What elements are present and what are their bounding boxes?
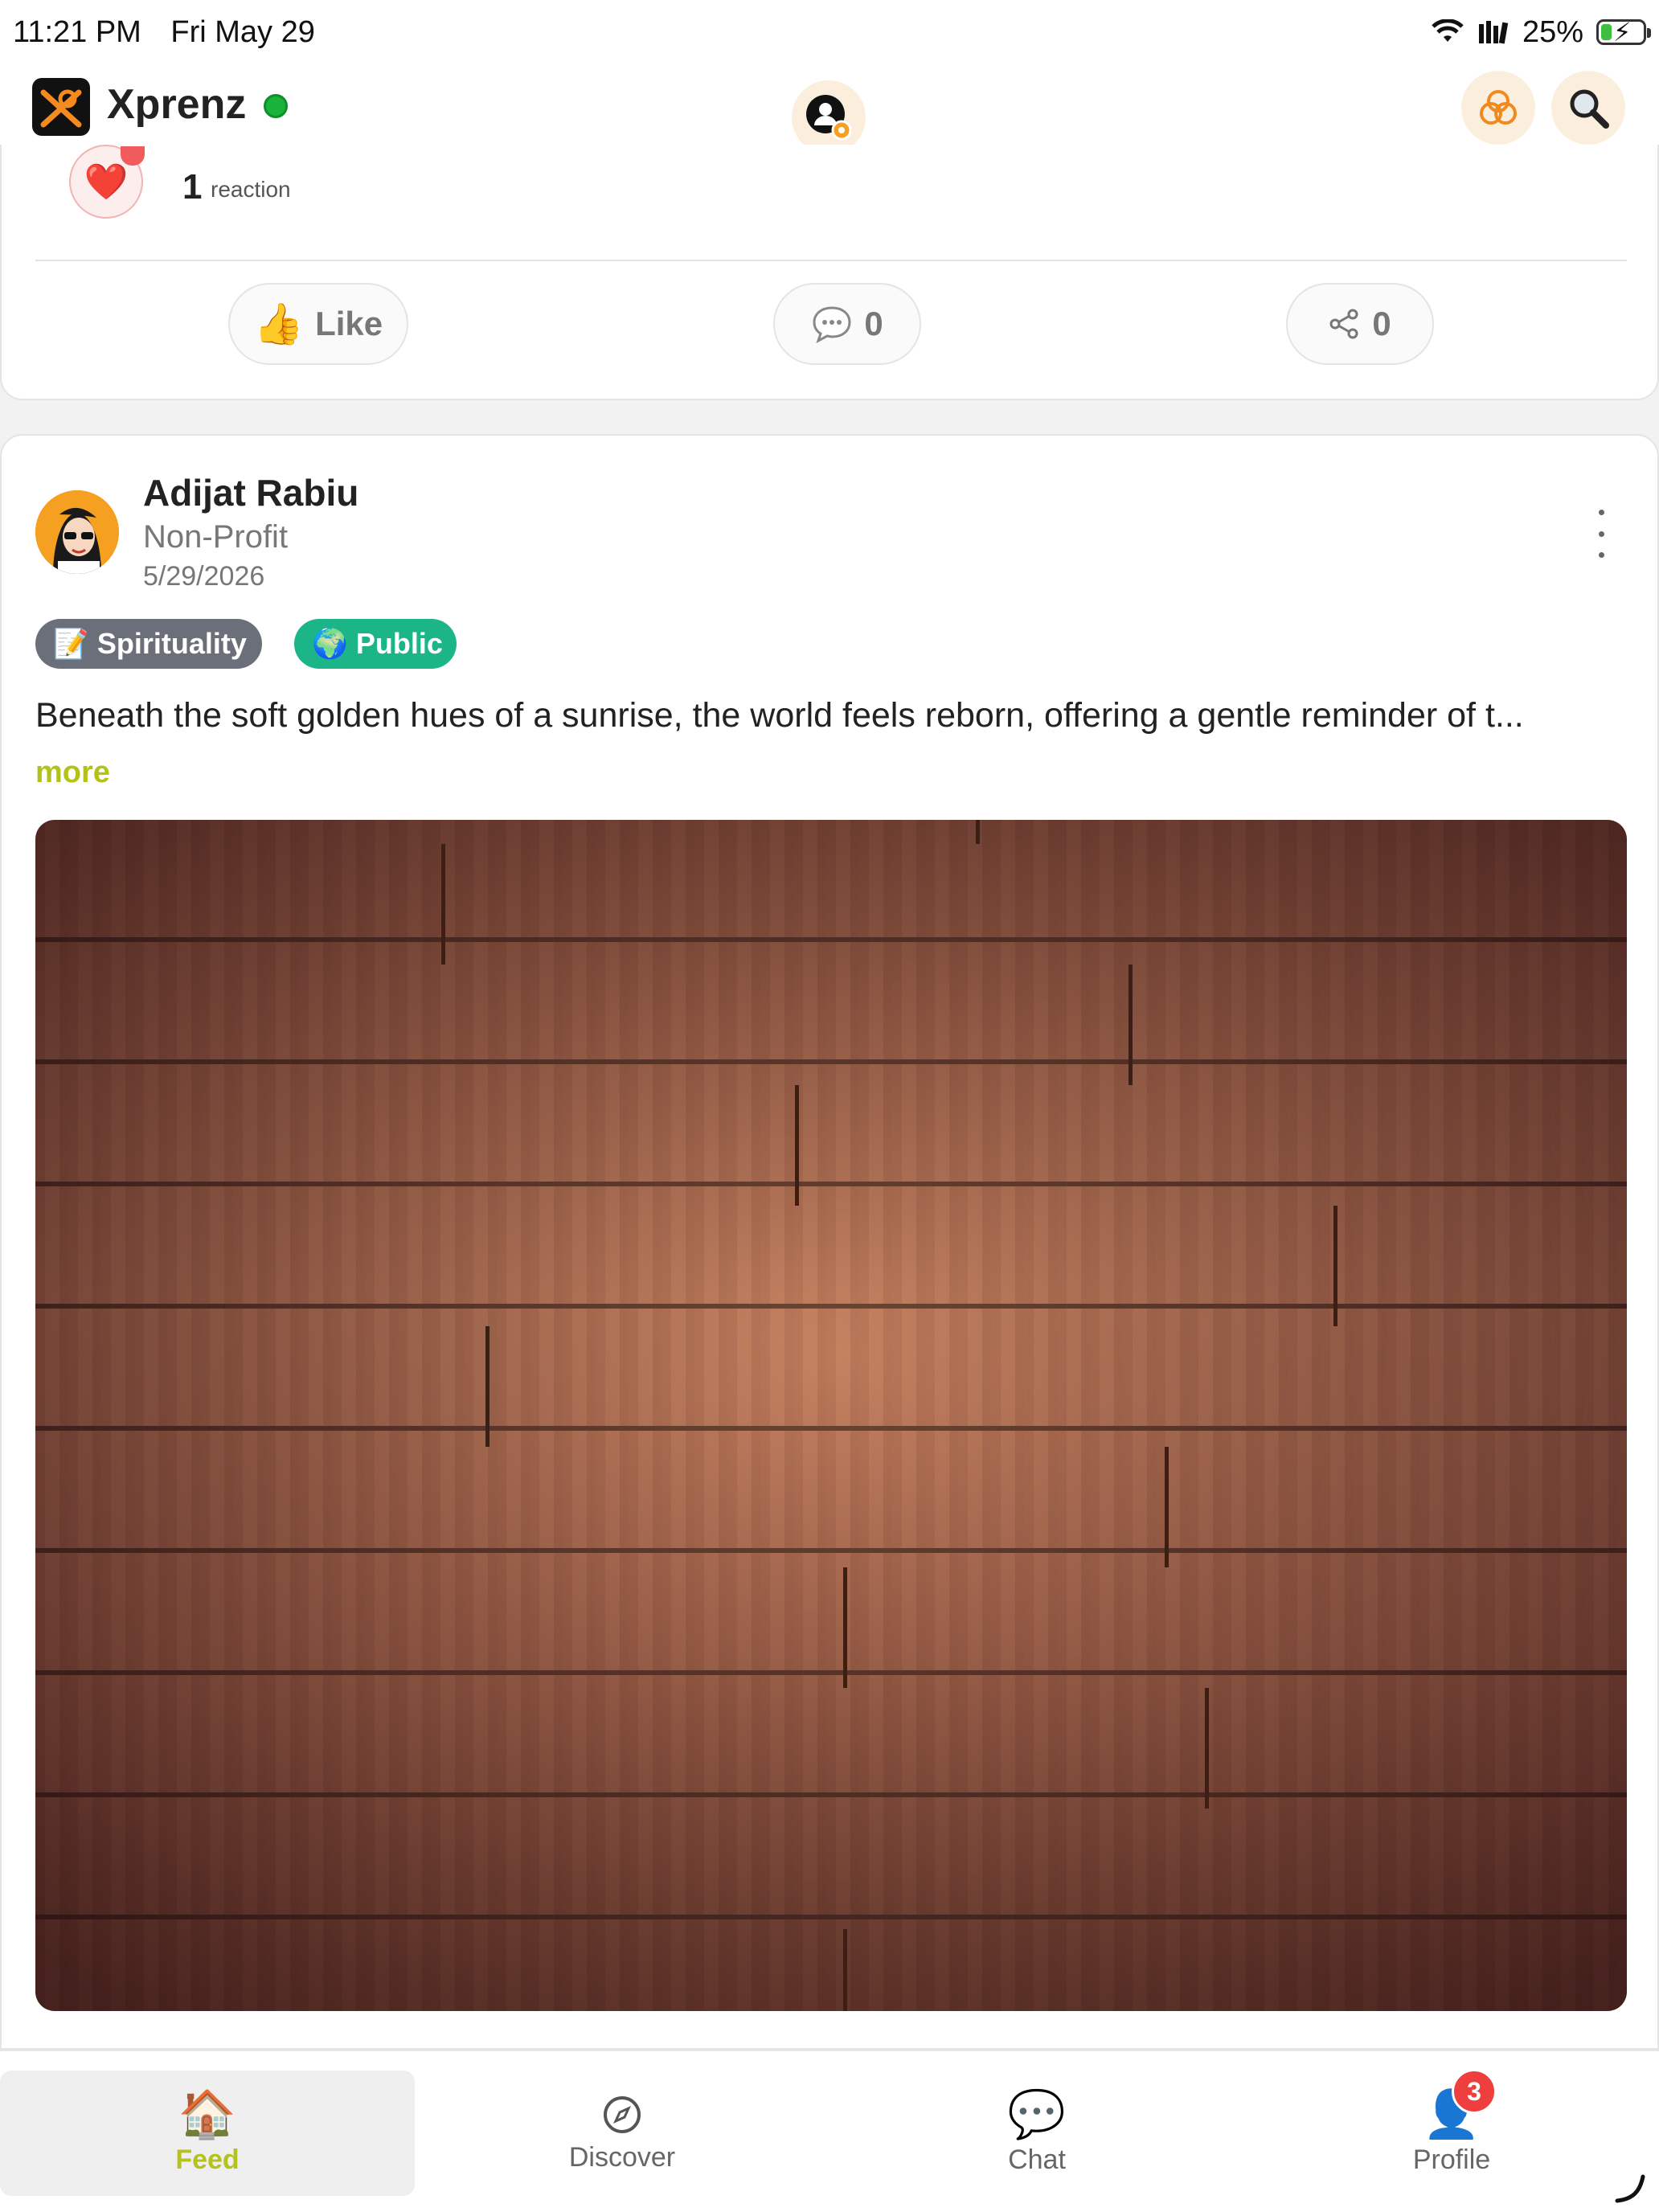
- profile-notification-badge: 3: [1452, 2069, 1497, 2114]
- battery-percent: 25%: [1522, 14, 1583, 49]
- bottom-tab-bar: 🏠 Feed Discover 💬 Chat 👤 Profile 3: [0, 2050, 1659, 2212]
- reaction-badge: [121, 146, 145, 166]
- tab-chat-label: Chat: [1008, 2144, 1066, 2175]
- comment-bubble-icon: [813, 306, 851, 343]
- share-button[interactable]: 0: [1286, 283, 1434, 365]
- wifi-icon: [1432, 19, 1464, 42]
- search-button[interactable]: [1551, 71, 1625, 145]
- like-button[interactable]: 👍 Like: [228, 283, 408, 365]
- status-right: 25% ⚡: [1431, 14, 1651, 50]
- post-image-wood-floor[interactable]: [35, 820, 1627, 2011]
- tab-profile-label: Profile: [1412, 2144, 1491, 2175]
- profile-settings-button[interactable]: [792, 80, 866, 154]
- resize-handle-icon: [1615, 2174, 1645, 2203]
- app-title: Xprenz: [107, 81, 247, 128]
- search-icon: [1570, 89, 1609, 129]
- reaction-label: reaction: [211, 177, 291, 202]
- status-bar: 11:21 PM Fri May 29 25% ⚡: [0, 0, 1659, 64]
- status-left: 11:21 PM Fri May 29: [13, 15, 336, 50]
- topic-tag-label: Spirituality: [96, 627, 247, 660]
- thumbs-up-icon: 👍: [253, 301, 305, 346]
- house-icon: 🏠: [178, 2087, 237, 2140]
- tab-chat[interactable]: 💬 Chat: [830, 2071, 1244, 2196]
- chat-bubble-icon: 💬: [1007, 2087, 1067, 2140]
- author-role: Non-Profit: [143, 519, 289, 555]
- tab-feed-label: Feed: [175, 2144, 240, 2175]
- divider: [35, 260, 1627, 261]
- previous-post-card: ❤️ 1 reaction 👍 Like 0 0: [0, 145, 1659, 400]
- author-avatar[interactable]: [35, 490, 119, 574]
- status-time: 11:21 PM: [13, 14, 141, 49]
- post-date: 5/29/2026: [143, 561, 265, 592]
- post-options-icon[interactable]: [1583, 510, 1619, 558]
- author-name[interactable]: Adijat Rabiu: [143, 471, 358, 514]
- like-label: Like: [315, 305, 383, 342]
- visibility-tag[interactable]: 🌍 Public: [294, 619, 457, 669]
- comment-count: 0: [864, 305, 883, 342]
- read-more-link[interactable]: more: [35, 756, 110, 790]
- globe-icon: 🌍: [312, 627, 348, 660]
- tab-feed[interactable]: 🏠 Feed: [0, 2071, 415, 2196]
- reaction-count: 1: [182, 167, 203, 207]
- signal-library-icon: [1478, 21, 1509, 44]
- app-logo-icon[interactable]: [32, 78, 90, 136]
- comment-button[interactable]: 0: [773, 283, 921, 365]
- battery-icon: ⚡: [1596, 18, 1651, 47]
- share-count: 0: [1372, 305, 1391, 342]
- post-text: Beneath the soft golden hues of a sunris…: [35, 696, 1524, 735]
- visibility-tag-label: Public: [355, 627, 443, 660]
- status-date: Fri May 29: [170, 14, 315, 49]
- online-status-dot: [264, 94, 288, 118]
- heart-icon: ❤️: [84, 162, 129, 202]
- tab-discover-label: Discover: [568, 2141, 676, 2173]
- overlapping-circles-icon: [1480, 90, 1517, 125]
- post-card: Adijat Rabiu Non-Profit 5/29/2026 📝 Spir…: [0, 434, 1659, 2050]
- memo-icon: 📝: [53, 627, 89, 660]
- topics-circles-button[interactable]: [1461, 71, 1535, 145]
- topic-tag[interactable]: 📝 Spirituality: [35, 619, 262, 669]
- user-settings-icon: [806, 95, 852, 141]
- share-icon: [1329, 309, 1358, 339]
- compass-icon: [604, 2095, 641, 2133]
- tab-discover[interactable]: Discover: [415, 2071, 830, 2196]
